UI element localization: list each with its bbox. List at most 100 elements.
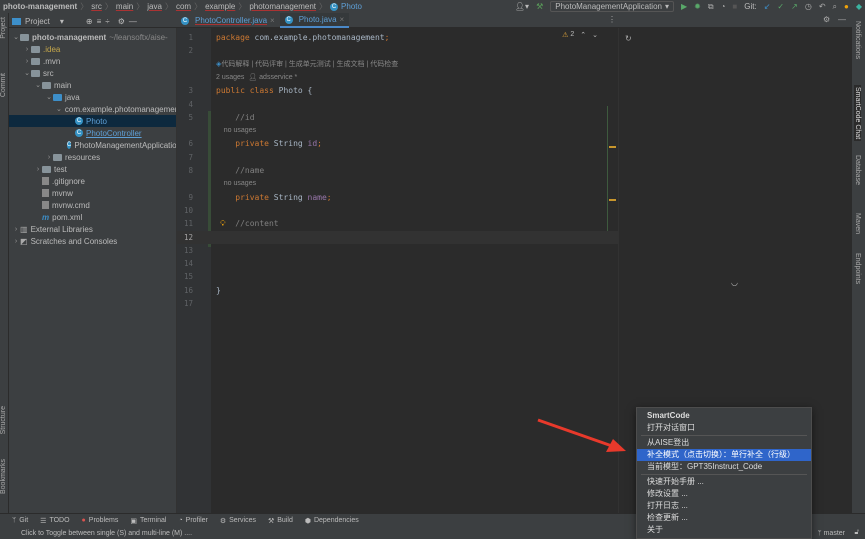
menu-item[interactable]: 当前模型：GPT35Instruct_Code	[637, 461, 811, 473]
run-config-select[interactable]: PhotoManagementApplication ▾	[550, 1, 674, 12]
tool-terminal[interactable]: ▣ Terminal	[130, 517, 166, 525]
git-commit-icon[interactable]: ✓	[777, 2, 784, 11]
more-icon[interactable]: ⋮	[608, 15, 616, 24]
tree-item[interactable]: ⌄ src	[9, 67, 176, 79]
chevron-down-icon[interactable]: ⌄	[34, 81, 42, 89]
tool-database[interactable]: Database	[854, 155, 861, 185]
chevron-down-icon[interactable]: ⌄	[12, 33, 20, 41]
tree-item[interactable]: .gitignore	[9, 175, 176, 187]
editor-tab[interactable]: C PhotoController.java ×	[176, 13, 280, 28]
tool-endpoints[interactable]: Endpoints	[854, 253, 861, 284]
breadcrumb-item[interactable]: photomanagement	[249, 2, 316, 11]
tool-build[interactable]: ⚒ Build	[268, 517, 293, 525]
coverage-icon[interactable]: ⧉	[708, 2, 714, 12]
tree-item[interactable]: ⌄ main	[9, 79, 176, 91]
profile-icon[interactable]: ◔	[721, 2, 726, 11]
tool-problems[interactable]: ● Problems	[82, 517, 119, 524]
plugin-icon[interactable]: ◆	[856, 2, 862, 11]
menu-item[interactable]: 快速开始手册 ...	[637, 476, 811, 488]
usages-hint[interactable]: 2 usages	[216, 74, 244, 81]
breadcrumb-item[interactable]: java	[147, 2, 162, 11]
chevron-down-icon[interactable]: ⌄	[56, 105, 62, 113]
chevron-right-icon[interactable]: ›	[12, 238, 20, 245]
search-icon[interactable]: ⌕	[833, 2, 837, 12]
git-push-icon[interactable]: ↗	[791, 2, 798, 11]
history-icon[interactable]: ◷	[805, 2, 812, 11]
tree-item[interactable]: › .idea	[9, 43, 176, 55]
chevron-right-icon[interactable]: ›	[45, 154, 53, 161]
menu-item[interactable]: 补全模式（点击切换）：单行补全（行级）	[637, 449, 811, 461]
tree-item[interactable]: m pom.xml	[9, 211, 176, 223]
chevron-right-icon[interactable]: ›	[23, 46, 31, 53]
tool-smartcode-chat[interactable]: SmartCode Chat	[854, 85, 861, 142]
rollback-icon[interactable]: ↶	[819, 2, 826, 11]
user-icon[interactable]: 👤︎▾	[515, 2, 529, 11]
breadcrumb-item[interactable]: example	[205, 2, 235, 11]
hide-icon[interactable]: —	[129, 17, 137, 26]
chevron-down-icon[interactable]: ⌄	[23, 69, 31, 77]
tool-dependencies[interactable]: ⬢ Dependencies	[305, 517, 359, 525]
chevron-right-icon[interactable]: ›	[34, 166, 42, 173]
tree-item[interactable]: mvnw	[9, 187, 176, 199]
debug-icon[interactable]: ✹	[694, 2, 701, 11]
tree-item[interactable]: ⌄ com.example.photomanagement	[9, 103, 176, 115]
close-icon[interactable]: ×	[270, 16, 275, 25]
tool-project[interactable]: Project	[0, 17, 7, 39]
git-update-icon[interactable]: ↙	[764, 2, 771, 11]
menu-item[interactable]: 检查更新 ...	[637, 512, 811, 524]
tree-item[interactable]: C PhotoController	[9, 127, 176, 139]
gear-icon[interactable]: ⚙	[823, 15, 830, 24]
tree-item[interactable]: C Photo	[9, 115, 176, 127]
chevron-down-icon[interactable]: ▾	[60, 17, 64, 26]
lightbulb-icon[interactable]: 💡︎	[220, 219, 226, 229]
tree-item[interactable]: › .mvn	[9, 55, 176, 67]
tree-item[interactable]: › ▥ External Libraries	[9, 223, 176, 235]
expand-all-icon[interactable]: ≡	[97, 17, 102, 26]
breadcrumb-item[interactable]: Photo	[341, 2, 362, 11]
tree-item[interactable]: › test	[9, 163, 176, 175]
lock-icon[interactable]: 🔓︎	[854, 529, 859, 537]
tree-item[interactable]: mvnw.cmd	[9, 199, 176, 211]
hide-icon[interactable]: —	[838, 15, 846, 24]
menu-item[interactable]: 从AISE登出	[637, 437, 811, 449]
tool-git[interactable]: ᛘ Git	[12, 517, 28, 524]
tool-services[interactable]: ⚙ Services	[220, 517, 256, 525]
menu-item[interactable]: 打开日志 ...	[637, 500, 811, 512]
editor-tab[interactable]: C Photo.java ×	[279, 13, 350, 28]
breadcrumb-item[interactable]: com	[176, 2, 191, 11]
tool-structure[interactable]: Structure	[0, 406, 7, 434]
author-hint[interactable]: adsservice *	[259, 74, 297, 81]
locate-icon[interactable]: ⊕	[86, 17, 93, 26]
chevron-right-icon[interactable]: ›	[12, 226, 20, 233]
tree-item[interactable]: › ◩ Scratches and Consoles	[9, 235, 176, 247]
breadcrumb-item[interactable]: photo-management	[3, 2, 77, 11]
project-panel-header[interactable]: Project ▾ ⊕ ≡ ÷ ⚙ —	[12, 14, 137, 28]
chevron-down-icon[interactable]: ⌄	[45, 93, 53, 101]
breadcrumb-item[interactable]: main	[116, 2, 133, 11]
run-icon[interactable]: ▶	[681, 2, 687, 11]
code-lens-actions[interactable]: 代码解释 | 代码评审 | 生成单元测试 | 生成文档 | 代码检查	[221, 61, 398, 68]
update-icon[interactable]: ●	[844, 2, 849, 11]
menu-item[interactable]: 修改设置 ...	[637, 488, 811, 500]
tool-commit[interactable]: Commit	[0, 73, 7, 97]
stop-icon[interactable]: ■	[732, 2, 737, 11]
tree-item[interactable]: › resources	[9, 151, 176, 163]
chevron-right-icon[interactable]: ›	[23, 58, 31, 65]
gear-icon[interactable]: ⚙	[118, 17, 125, 26]
tree-item[interactable]: ⌄ photo-management ~/leansoftx/aise-	[9, 31, 176, 43]
build-icon[interactable]: ⚒	[536, 2, 543, 11]
close-icon[interactable]: ×	[340, 15, 345, 24]
menu-item[interactable]: 打开对话窗口	[637, 422, 811, 434]
tree-item[interactable]: C PhotoManagementApplication	[9, 139, 176, 151]
menu-item[interactable]: 关于	[637, 524, 811, 536]
tool-todo[interactable]: ☰ TODO	[40, 517, 69, 525]
git-branch[interactable]: ᛘ master	[817, 530, 845, 537]
collapse-all-icon[interactable]: ÷	[105, 17, 109, 26]
tool-bookmarks[interactable]: Bookmarks	[0, 459, 7, 494]
breadcrumb-item[interactable]: src	[91, 2, 102, 11]
tree-item[interactable]: ⌄ java	[9, 91, 176, 103]
tool-notifications[interactable]: Notifications	[854, 21, 861, 59]
refresh-icon[interactable]: ↻	[625, 34, 632, 43]
tool-profiler[interactable]: ◔ Profiler	[178, 517, 207, 524]
tool-maven[interactable]: Maven	[854, 213, 861, 234]
